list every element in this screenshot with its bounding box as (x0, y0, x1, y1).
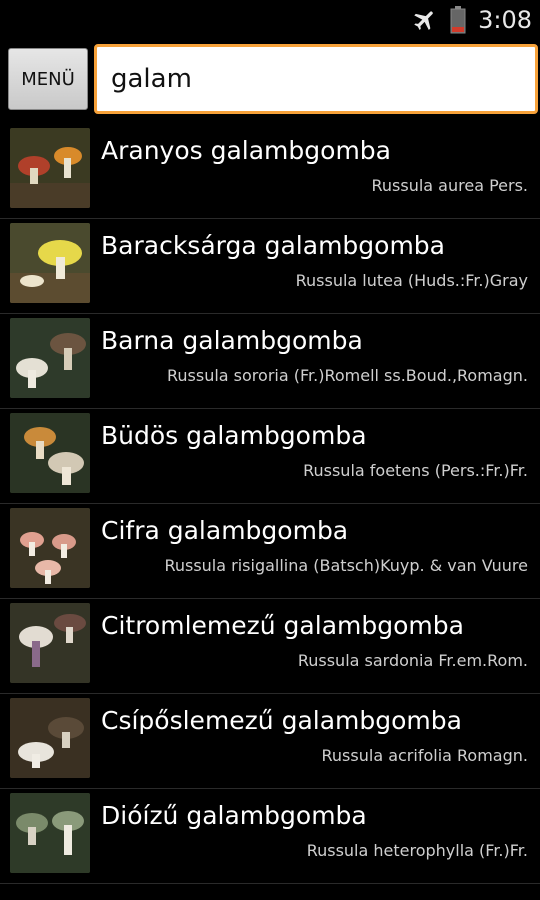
mushroom-thumbnail (10, 413, 90, 493)
latin-name: Russula foetens (Pers.:Fr.)Fr. (303, 461, 528, 480)
list-item[interactable]: Csípőslemezű galambgomba Russula acrifol… (0, 694, 540, 789)
mushroom-thumbnail (10, 508, 90, 588)
list-item[interactable]: Citromlemezű galambgomba Russula sardoni… (0, 599, 540, 694)
latin-name: Russula heterophylla (Fr.)Fr. (306, 841, 528, 860)
common-name: Baracksárga galambgomba (101, 231, 445, 260)
menu-button[interactable]: MENÜ (8, 48, 88, 110)
list-item[interactable]: Büdös galambgomba Russula foetens (Pers.… (0, 409, 540, 504)
status-icons: 3:08 (412, 0, 532, 40)
common-name: Barna galambgomba (101, 326, 363, 355)
latin-name: Russula lutea (Huds.:Fr.)Gray (295, 271, 528, 290)
list-item[interactable]: Barna galambgomba Russula sororia (Fr.)R… (0, 314, 540, 409)
mushroom-thumbnail (10, 318, 90, 398)
status-bar: 3:08 (0, 0, 540, 40)
latin-name: Russula sardonia Fr.em.Rom. (297, 651, 528, 670)
latin-name: Russula acrifolia Romagn. (321, 746, 528, 765)
mushroom-thumbnail (10, 603, 90, 683)
airplane-mode-icon (414, 11, 433, 30)
search-toolbar: MENÜ (0, 40, 540, 118)
list-item[interactable]: Cifra galambgomba Russula risigallina (B… (0, 504, 540, 599)
common-name: Cifra galambgomba (101, 516, 349, 545)
list-item[interactable]: Aranyos galambgomba Russula aurea Pers. (0, 124, 540, 219)
list-item[interactable]: Baracksárga galambgomba Russula lutea (H… (0, 219, 540, 314)
status-time: 3:08 (478, 6, 532, 34)
common-name: Citromlemezű galambgomba (101, 611, 464, 640)
common-name: Büdös galambgomba (101, 421, 367, 450)
common-name: Dióízű galambgomba (101, 801, 367, 830)
latin-name: Russula sororia (Fr.)Romell ss.Boud.,Rom… (166, 366, 528, 385)
mushroom-thumbnail (10, 698, 90, 778)
latin-name: Russula risigallina (Batsch)Kuyp. & van … (164, 556, 528, 575)
common-name: Aranyos galambgomba (101, 136, 391, 165)
battery-icon (450, 6, 466, 34)
search-input[interactable] (94, 44, 538, 114)
latin-name: Russula aurea Pers. (371, 176, 528, 195)
mushroom-list: Aranyos galambgomba Russula aurea Pers. … (0, 124, 540, 900)
mushroom-thumbnail (10, 223, 90, 303)
mushroom-thumbnail (10, 793, 90, 873)
mushroom-thumbnail (10, 128, 90, 208)
common-name: Csípőslemezű galambgomba (101, 706, 462, 735)
list-item[interactable]: Dióízű galambgomba Russula heterophylla … (0, 789, 540, 884)
